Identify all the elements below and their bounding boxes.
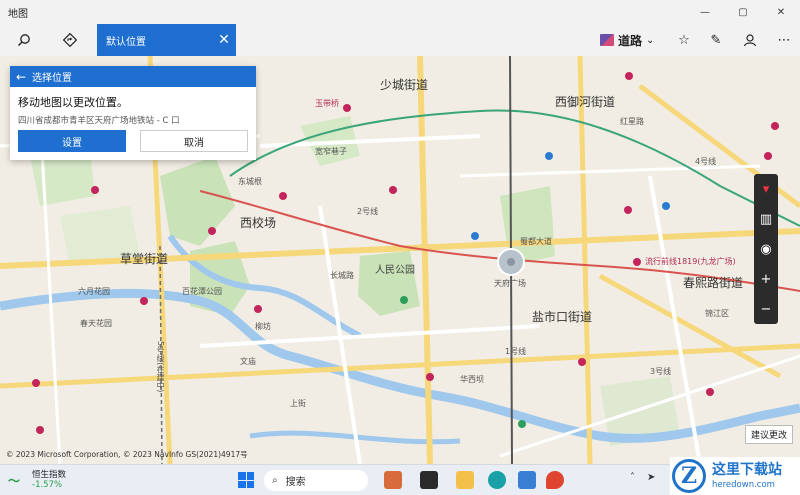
maps-app-icon[interactable] bbox=[546, 471, 564, 489]
map-label: 5号线(在建中) bbox=[156, 341, 165, 393]
edge-browser-icon[interactable] bbox=[488, 471, 506, 489]
clear-search-icon[interactable]: ✕ bbox=[212, 32, 236, 48]
map-label: 流行前线1819(九龙广场) bbox=[645, 257, 736, 266]
map-label: 西御河街道 bbox=[555, 95, 616, 109]
map-label: 人民公园 bbox=[375, 265, 415, 276]
card-title: 选择位置 bbox=[32, 73, 72, 84]
card-header: ← 选择位置 bbox=[10, 66, 256, 87]
card-heading: 移动地图以更改位置。 bbox=[18, 96, 128, 109]
search-icon: ⌕ bbox=[272, 475, 278, 486]
favorites-icon[interactable]: ☆ bbox=[672, 28, 696, 52]
bridge-app-icon[interactable] bbox=[384, 471, 402, 489]
stock-widget[interactable]: 〜 恒生指数 -1.57% bbox=[8, 468, 66, 490]
watermark: Z 这里下载站 heredown.com bbox=[670, 457, 800, 495]
map-label: 玉带桥 bbox=[315, 99, 339, 108]
more-options-icon[interactable]: ⋯ bbox=[772, 28, 796, 52]
locate-me-icon[interactable]: ◉ bbox=[754, 234, 778, 264]
map-style-selector[interactable]: 道路 ⌄ bbox=[600, 28, 654, 52]
map-label: 4号线 bbox=[695, 157, 717, 166]
directions-icon[interactable] bbox=[58, 28, 82, 52]
map-label: 盐市口街道 bbox=[532, 310, 593, 324]
stock-change: -1.57% bbox=[32, 480, 63, 490]
card-address: 四川省成都市青羊区天府广场地铁站 - C 口 bbox=[18, 116, 180, 126]
cancel-button[interactable]: 取消 bbox=[140, 130, 248, 152]
file-explorer-icon[interactable] bbox=[456, 471, 474, 489]
map-label: 天府广场 bbox=[494, 279, 526, 288]
map-label: 1号线 bbox=[505, 347, 527, 356]
map-label: 3号线 bbox=[650, 367, 672, 376]
map-label: 文庙 bbox=[240, 357, 256, 366]
map-copyright: © 2023 Microsoft Corporation, © 2023 Nav… bbox=[6, 450, 248, 459]
map-label: 蜀都大道 bbox=[520, 237, 552, 246]
chevron-up-icon[interactable]: ˄ bbox=[630, 472, 635, 483]
taskbar-search[interactable]: ⌕ 搜索 bbox=[264, 470, 368, 491]
start-button[interactable] bbox=[238, 472, 254, 488]
send-icon[interactable]: ➤ bbox=[647, 472, 655, 483]
map-label: 宽窄巷子 bbox=[315, 147, 347, 156]
zoom-in-button[interactable]: + bbox=[754, 264, 778, 294]
map-controls: ▾ ▥ ◉ + − bbox=[754, 174, 778, 324]
map-label: 华西坝 bbox=[460, 375, 484, 384]
map-label: 红星路 bbox=[620, 117, 644, 126]
compass-icon[interactable]: ▾ bbox=[754, 174, 778, 204]
search-icon[interactable] bbox=[12, 28, 36, 52]
system-tray: ˄ ➤ bbox=[630, 472, 655, 483]
account-icon[interactable] bbox=[738, 28, 762, 52]
stock-name: 恒生指数 bbox=[32, 470, 67, 480]
map-label: 锦江区 bbox=[705, 309, 729, 318]
watermark-title: 这里下载站 bbox=[712, 462, 782, 478]
map-style-label: 道路 bbox=[618, 33, 643, 48]
map-label: 百花潭公园 bbox=[182, 287, 222, 296]
zoom-out-button[interactable]: − bbox=[754, 294, 778, 324]
search-input[interactable]: 默认位置 ✕ bbox=[97, 24, 236, 56]
title-bar: 地图 — ▢ ✕ bbox=[0, 0, 800, 24]
maximize-button[interactable]: ▢ bbox=[724, 0, 762, 24]
task-view-icon[interactable] bbox=[420, 471, 438, 489]
map-layers-icon bbox=[600, 34, 614, 46]
map-label: 草堂街道 bbox=[120, 252, 169, 266]
map-label: 西校场 bbox=[240, 216, 277, 230]
map-label: 春天花园 bbox=[80, 319, 112, 328]
close-window-button[interactable]: ✕ bbox=[762, 0, 800, 24]
tilt-icon[interactable]: ▥ bbox=[754, 204, 778, 234]
taskbar-search-label: 搜索 bbox=[285, 477, 306, 488]
suggest-change-button[interactable]: 建议更改 bbox=[745, 425, 794, 444]
map-label: 2号线 bbox=[357, 207, 379, 216]
set-location-button[interactable]: 设置 bbox=[18, 130, 126, 152]
map-label: 少城街道 bbox=[380, 78, 429, 92]
watermark-logo-icon: Z bbox=[672, 459, 706, 493]
map-label: 春熙路街道 bbox=[683, 276, 744, 290]
map-label: 六月花园 bbox=[78, 287, 110, 296]
map-label: 上街 bbox=[290, 399, 306, 408]
stock-chart-icon: 〜 bbox=[8, 474, 21, 488]
map-label: 柳坊 bbox=[255, 322, 271, 331]
back-arrow-icon[interactable]: ← bbox=[10, 70, 32, 84]
store-icon[interactable] bbox=[518, 471, 536, 489]
ink-pen-icon[interactable]: ✎ bbox=[704, 28, 728, 52]
search-input-value: 默认位置 bbox=[106, 36, 146, 48]
chevron-down-icon: ⌄ bbox=[646, 34, 655, 46]
map-label: 长城路 bbox=[330, 271, 354, 280]
watermark-url: heredown.com bbox=[712, 480, 775, 490]
minimize-button[interactable]: — bbox=[686, 0, 724, 24]
choose-location-card: ← 选择位置 移动地图以更改位置。 四川省成都市青羊区天府广场地铁站 - C 口… bbox=[10, 66, 256, 160]
window-title: 地图 bbox=[8, 8, 28, 20]
map-label: 东城根 bbox=[238, 177, 262, 186]
